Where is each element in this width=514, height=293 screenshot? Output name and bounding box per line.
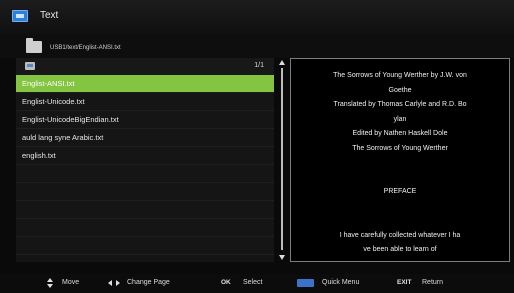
header-bar: Text bbox=[0, 0, 514, 34]
empty-row bbox=[16, 237, 274, 255]
preview-line: The Sorrows of Young Werther by J.W. von bbox=[333, 72, 467, 79]
empty-row bbox=[16, 165, 274, 183]
footer-hints: Move Change Page OK Select Quick Menu EX… bbox=[0, 274, 514, 293]
empty-row bbox=[16, 201, 274, 219]
file-row[interactable]: Englist-Unicode.txt bbox=[16, 93, 274, 111]
empty-row bbox=[16, 183, 274, 201]
up-down-arrows-icon bbox=[47, 278, 53, 288]
text-viewer-screen: Text USB1/text/Englist-ANSI.txt 1/1 Engl… bbox=[0, 0, 514, 293]
ok-key-label: OK bbox=[221, 279, 231, 286]
preview-line: ve been able to learn of bbox=[363, 246, 437, 253]
preview-scrollbar[interactable] bbox=[278, 58, 286, 262]
file-row[interactable]: auld lang syne Arabic.txt bbox=[16, 129, 274, 147]
page-title: Text bbox=[40, 10, 59, 21]
file-list-panel: 1/1 Englist-ANSI.txt Englist-Unicode.txt… bbox=[16, 58, 274, 262]
hint-change-page: Change Page bbox=[127, 279, 170, 286]
scroll-down-arrow-icon[interactable] bbox=[279, 255, 285, 260]
hint-move: Move bbox=[62, 279, 80, 286]
file-name: auld lang syne Arabic.txt bbox=[22, 133, 104, 142]
preview-line: Translated by Thomas Carlyle and R.D. Bo bbox=[333, 101, 467, 108]
file-name: Englist-ANSI.txt bbox=[22, 79, 75, 88]
preview-line: PREFACE bbox=[383, 188, 417, 195]
hint-select: Select bbox=[243, 279, 263, 286]
preview-line bbox=[291, 200, 509, 215]
exit-key-label: EXIT bbox=[397, 279, 412, 286]
preview-line bbox=[291, 156, 509, 171]
page-indicator: 1/1 bbox=[254, 62, 264, 69]
file-list-header: 1/1 bbox=[16, 58, 274, 75]
scroll-track[interactable] bbox=[281, 68, 283, 250]
preview-line: Edited by Nathen Haskell Dole bbox=[352, 130, 448, 137]
file-name: Englist-Unicode.txt bbox=[22, 97, 85, 106]
left-right-arrows-icon bbox=[108, 280, 120, 286]
file-name: Englist-UnicodeBigEndian.txt bbox=[22, 115, 119, 124]
preview-line: Goethe bbox=[388, 86, 412, 94]
file-row[interactable]: english.txt bbox=[16, 147, 274, 165]
empty-row bbox=[16, 219, 274, 237]
preview-text: The Sorrows of Young Werther by J.W. von… bbox=[291, 69, 509, 258]
preview-line: ylan bbox=[393, 115, 407, 123]
preview-line bbox=[291, 171, 509, 186]
folder-icon bbox=[26, 38, 42, 53]
text-app-icon bbox=[12, 10, 28, 22]
file-row[interactable]: Englist-UnicodeBigEndian.txt bbox=[16, 111, 274, 129]
file-name: english.txt bbox=[22, 151, 56, 160]
file-row-selected[interactable]: Englist-ANSI.txt bbox=[16, 75, 274, 93]
scroll-up-arrow-icon[interactable] bbox=[279, 60, 285, 65]
current-path: USB1/text/Englist-ANSI.txt bbox=[50, 45, 121, 51]
preview-line: I have carefully collected whatever I ha bbox=[339, 231, 461, 239]
file-list: Englist-ANSI.txt Englist-Unicode.txt Eng… bbox=[16, 75, 274, 255]
hint-return: Return bbox=[422, 279, 444, 286]
hint-quick-menu: Quick Menu bbox=[322, 279, 360, 286]
blue-key-icon bbox=[297, 279, 314, 287]
file-type-icon bbox=[25, 62, 35, 70]
preview-line: The Sorrows of Young Werther bbox=[352, 144, 448, 152]
preview-line bbox=[291, 214, 509, 229]
text-preview-panel: The Sorrows of Young Werther by J.W. von… bbox=[290, 58, 510, 262]
path-bar: USB1/text/Englist-ANSI.txt bbox=[0, 34, 514, 58]
